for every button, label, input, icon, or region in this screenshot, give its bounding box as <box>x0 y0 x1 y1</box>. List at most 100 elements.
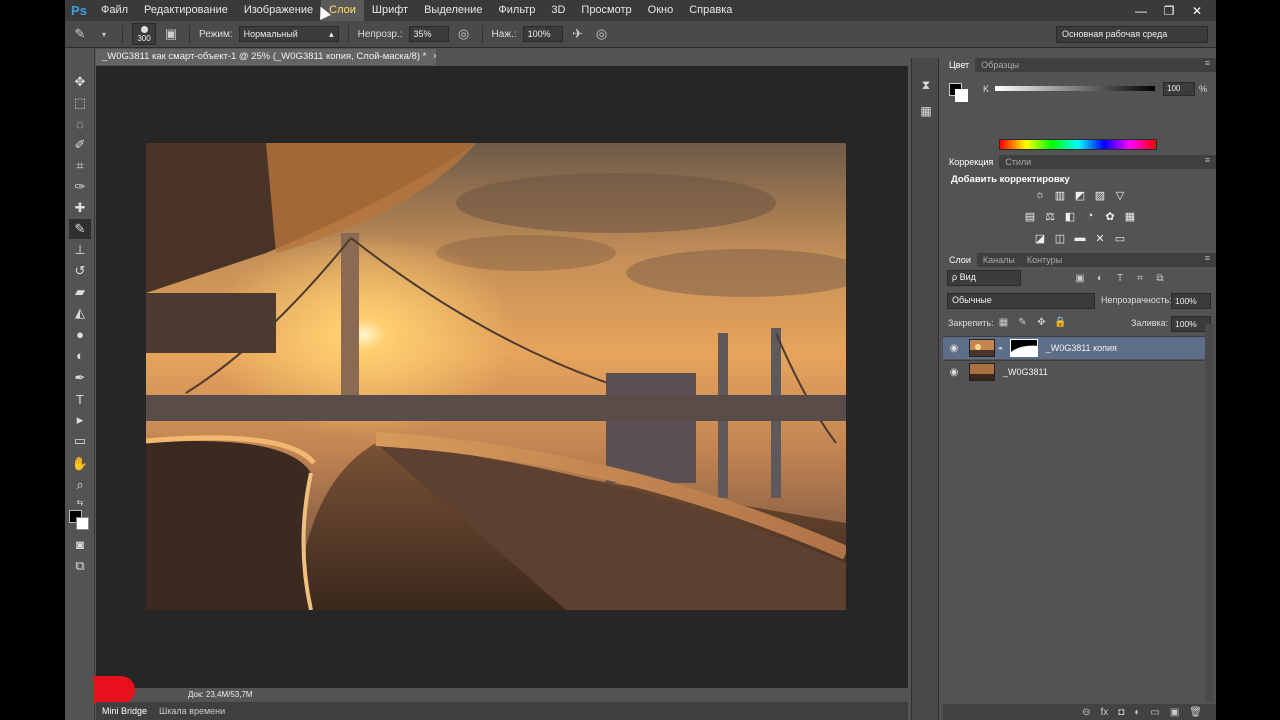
screen-mode-icon[interactable]: ⧉ <box>69 556 91 576</box>
tab-paths[interactable]: Контуры <box>1021 253 1068 267</box>
background-color-swatch[interactable] <box>955 89 968 102</box>
layer-mask-thumbnail[interactable] <box>1009 339 1038 357</box>
posterize-icon[interactable]: ◫ <box>1053 231 1067 245</box>
vibrance-icon[interactable]: ▽ <box>1113 188 1127 202</box>
menu-type[interactable]: Шрифт <box>364 0 416 21</box>
layer-opacity-input[interactable]: 100% <box>1171 293 1211 309</box>
close-button[interactable]: ✕ <box>1186 4 1208 18</box>
layer-filter-select[interactable]: ρ Вид <box>947 270 1021 286</box>
filter-type-icon[interactable]: T <box>1113 271 1127 285</box>
layer-style-icon[interactable]: fx <box>1101 707 1109 718</box>
menu-help[interactable]: Справка <box>681 0 740 21</box>
tab-mini-bridge[interactable]: Mini Bridge <box>102 706 147 716</box>
swap-colors-icon[interactable]: ⇆ <box>69 492 91 512</box>
k-channel-slider[interactable] <box>995 86 1155 91</box>
opacity-pressure-icon[interactable]: ◎ <box>455 25 473 43</box>
marquee-tool-icon[interactable]: ⬚ <box>69 93 91 113</box>
lasso-tool-icon[interactable]: ◌ <box>69 114 91 134</box>
canvas-area[interactable] <box>96 66 908 688</box>
lock-transparency-icon[interactable]: ▦ <box>997 316 1010 329</box>
flow-input[interactable]: 100% <box>522 26 563 42</box>
new-group-icon[interactable]: ▭ <box>1150 707 1159 718</box>
tab-timeline[interactable]: Шкала времени <box>159 706 225 716</box>
path-select-tool-icon[interactable]: ▸ <box>69 410 91 430</box>
invert-icon[interactable]: ◪ <box>1033 231 1047 245</box>
visibility-eye-icon[interactable]: ◉ <box>943 367 965 378</box>
layers-scrollbar[interactable] <box>1205 324 1214 702</box>
workspace-select[interactable]: Основная рабочая среда <box>1056 26 1208 43</box>
type-tool-icon[interactable]: T <box>69 389 91 409</box>
filter-pixel-icon[interactable]: ▣ <box>1073 271 1087 285</box>
eyedropper-tool-icon[interactable]: ✑ <box>69 177 91 197</box>
brightness-icon[interactable]: ☼ <box>1033 188 1047 202</box>
minimize-button[interactable]: — <box>1130 4 1152 18</box>
levels-icon[interactable]: ▥ <box>1053 188 1067 202</box>
eraser-tool-icon[interactable]: ▰ <box>69 282 91 302</box>
tab-channels[interactable]: Каналы <box>977 253 1021 267</box>
panel-menu-icon[interactable]: ≡ <box>1205 253 1210 263</box>
tab-adjustments[interactable]: Коррекция <box>943 155 1000 169</box>
layer-row[interactable]: ◉ ⚭ _W0G3811 копия <box>943 336 1205 359</box>
lock-pixels-icon[interactable]: ✎ <box>1016 316 1029 329</box>
quick-select-tool-icon[interactable]: ✐ <box>69 135 91 155</box>
exposure-icon[interactable]: ▨ <box>1093 188 1107 202</box>
color-balance-icon[interactable]: ⚖ <box>1043 209 1057 223</box>
tab-layers[interactable]: Слои <box>943 253 977 267</box>
restore-button[interactable]: ❐ <box>1158 4 1180 18</box>
color-spectrum[interactable] <box>999 139 1157 150</box>
menu-window[interactable]: Окно <box>640 0 682 21</box>
menu-3d[interactable]: 3D <box>543 0 573 21</box>
history-brush-tool-icon[interactable]: ↺ <box>69 261 91 281</box>
rectangle-tool-icon[interactable]: ▭ <box>69 431 91 451</box>
curves-icon[interactable]: ◩ <box>1073 188 1087 202</box>
clone-stamp-tool-icon[interactable]: ⊥ <box>69 240 91 260</box>
link-layers-icon[interactable]: ⊝ <box>1082 707 1090 718</box>
menu-view[interactable]: Просмотр <box>573 0 639 21</box>
brush-panel-toggle-icon[interactable]: ▣ <box>162 25 180 43</box>
panel-menu-icon[interactable]: ≡ <box>1205 58 1210 68</box>
dodge-tool-icon[interactable]: ◐ <box>69 345 91 365</box>
preset-dropdown-icon[interactable]: ▾ <box>95 25 113 43</box>
tab-styles[interactable]: Стили <box>999 155 1037 169</box>
black-white-icon[interactable]: ◧ <box>1063 209 1077 223</box>
brush-tool-preset-icon[interactable]: ✎ <box>71 25 89 43</box>
size-pressure-icon[interactable]: ◎ <box>593 25 611 43</box>
photo-filter-icon[interactable]: ◔ <box>1083 209 1097 223</box>
layer-row[interactable]: ◉ _W0G3811 <box>943 360 1205 383</box>
brush-tool-icon[interactable]: ✎ <box>69 219 91 239</box>
gradient-map-icon[interactable]: ▭ <box>1113 231 1127 245</box>
threshold-icon[interactable]: ▬ <box>1073 231 1087 245</box>
visibility-eye-icon[interactable]: ◉ <box>943 343 965 354</box>
new-layer-icon[interactable]: ▣ <box>1170 707 1179 718</box>
lock-all-icon[interactable]: 🔒 <box>1054 316 1067 329</box>
pen-tool-icon[interactable]: ✒ <box>69 368 91 388</box>
menu-filter[interactable]: Фильтр <box>490 0 543 21</box>
menu-select[interactable]: Выделение <box>416 0 490 21</box>
k-channel-input[interactable]: 100 <box>1163 82 1195 96</box>
lock-position-icon[interactable]: ✥ <box>1035 316 1048 329</box>
mode-select[interactable]: Нормальный ▴ <box>238 26 339 42</box>
filter-shape-icon[interactable]: ⌗ <box>1133 271 1147 285</box>
color-lookup-icon[interactable]: ▦ <box>1123 209 1137 223</box>
history-panel-icon[interactable]: ⧗ <box>917 76 935 94</box>
menu-edit[interactable]: Редактирование <box>136 0 236 21</box>
hue-saturation-icon[interactable]: ▤ <box>1023 209 1037 223</box>
tab-color[interactable]: Цвет <box>943 58 976 72</box>
selective-color-icon[interactable]: ✕ <box>1093 231 1107 245</box>
document-tab[interactable]: _W0G3811 как смарт-объект-1 @ 25% (_W0G3… <box>96 49 436 65</box>
crop-tool-icon[interactable]: ⌗ <box>69 156 91 176</box>
quick-mask-icon[interactable]: ◙ <box>69 534 91 554</box>
blend-mode-select[interactable]: Обычные <box>947 293 1095 309</box>
properties-panel-icon[interactable]: ▦ <box>917 102 935 120</box>
tab-swatches[interactable]: Образцы <box>975 58 1025 72</box>
filter-adjustment-icon[interactable]: ◐ <box>1093 271 1107 285</box>
delete-layer-icon[interactable]: 🗑 <box>1189 707 1202 718</box>
menu-file[interactable]: Файл <box>93 0 136 21</box>
airbrush-icon[interactable]: ✈ <box>569 25 587 43</box>
new-adjustment-layer-icon[interactable]: ◐ <box>1134 707 1140 718</box>
move-tool-icon[interactable]: ✥ <box>69 72 91 92</box>
opacity-input[interactable]: 35% <box>408 26 449 42</box>
blur-tool-icon[interactable]: ● <box>69 324 91 344</box>
healing-brush-tool-icon[interactable]: ✚ <box>69 198 91 218</box>
add-mask-icon[interactable]: ◘ <box>1118 707 1124 718</box>
